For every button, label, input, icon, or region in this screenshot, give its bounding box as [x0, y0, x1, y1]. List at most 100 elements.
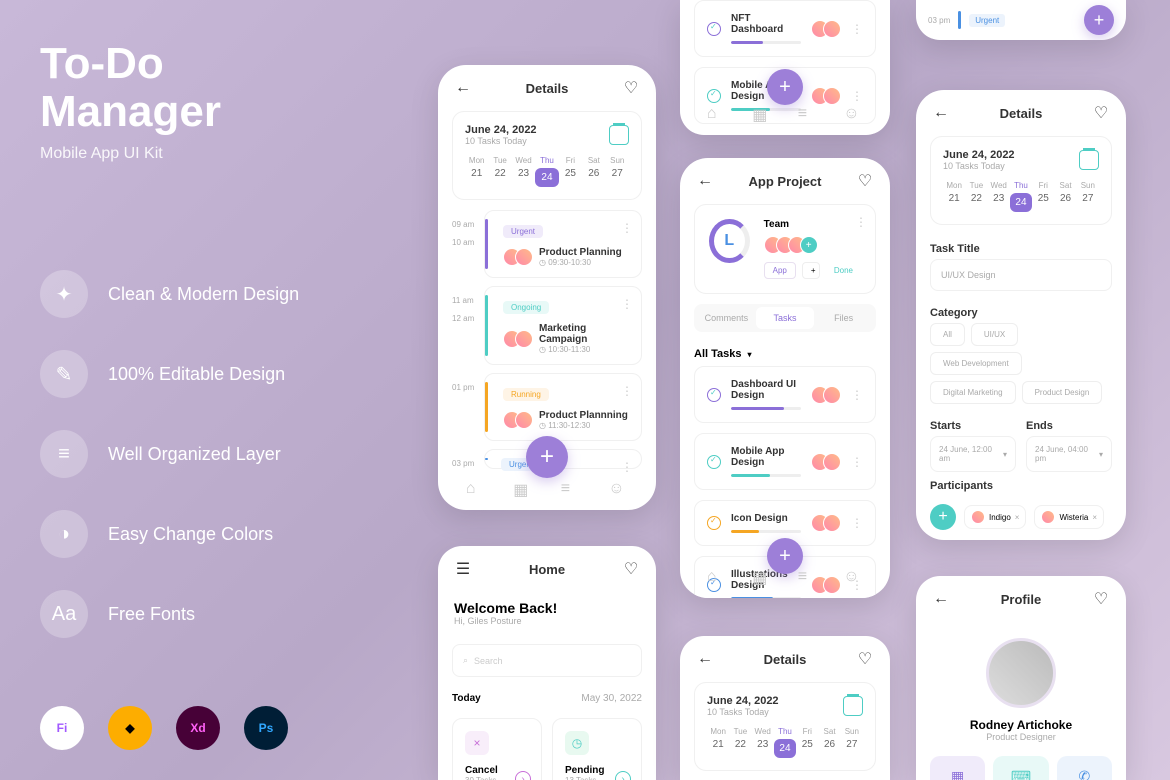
profile-action-calls[interactable]: ✆ Calls — [1057, 756, 1112, 780]
screen-details: ← Details ♡ June 24, 2022 10 Tasks Today… — [438, 65, 656, 510]
category-chip[interactable]: UI/UX — [971, 323, 1018, 346]
all-tasks-label[interactable]: All Tasks▾ — [680, 342, 890, 366]
day-cell[interactable]: Thu24 — [1010, 181, 1032, 212]
day-cell[interactable]: Sat26 — [1054, 181, 1076, 212]
category-chip[interactable]: All — [930, 323, 965, 346]
day-cell[interactable]: Thu24 — [535, 156, 558, 187]
time-label: 01 pm — [452, 373, 484, 449]
profile-role: Product Designer — [916, 732, 1126, 742]
menu-icon[interactable]: ☰ — [454, 560, 472, 578]
more-icon[interactable]: ⋮ — [851, 22, 863, 36]
day-cell[interactable]: Mon21 — [707, 727, 729, 758]
nav-calendar-icon[interactable]: ▦ — [752, 568, 772, 588]
task-card[interactable]: Ongoing ⋮ Marketing Campaign◷ 10:30-11:3… — [484, 286, 642, 365]
tab-tasks[interactable]: Tasks — [756, 307, 815, 329]
task-card[interactable]: Running ⋮ Product Plannning◷ 11:30-12:30 — [484, 373, 642, 441]
day-cell[interactable]: Thu24 — [774, 727, 796, 758]
nav-calendar-icon[interactable]: ▦ — [752, 105, 772, 125]
day-cell[interactable]: Sun27 — [841, 727, 863, 758]
task-item[interactable]: Dashboard UI Design ⋮ — [694, 366, 876, 423]
back-icon[interactable]: ← — [696, 650, 714, 668]
ends-select[interactable]: 24 June, 04:00 pm▾ — [1026, 436, 1112, 472]
add-participant-icon[interactable]: + — [930, 504, 956, 530]
profile-avatar[interactable] — [986, 638, 1056, 708]
more-icon[interactable]: ⋮ — [855, 215, 867, 229]
day-cell[interactable]: Wed23 — [752, 727, 774, 758]
more-icon[interactable]: ⋮ — [621, 384, 633, 398]
nav-home-icon[interactable]: ⌂ — [707, 568, 727, 588]
nav-list-icon[interactable]: ≡ — [561, 480, 581, 500]
task-item[interactable]: Mobile App Design ⋮ — [694, 433, 876, 490]
day-cell[interactable]: Sat26 — [582, 156, 605, 187]
day-cell[interactable]: Mon21 — [943, 181, 965, 212]
profile-action-chat[interactable]: ⌨ Chat — [993, 756, 1048, 780]
calendar-icon[interactable] — [609, 125, 629, 145]
app-chip[interactable]: App — [764, 262, 796, 279]
bell-icon[interactable]: ♡ — [622, 79, 640, 97]
pending-card[interactable]: ◷ Pending 13 Tasks › — [552, 718, 642, 780]
bell-icon[interactable]: ♡ — [856, 650, 874, 668]
add-member-icon[interactable]: + — [800, 236, 818, 254]
nav-list-icon[interactable]: ≡ — [798, 568, 818, 588]
check-icon[interactable] — [707, 516, 721, 530]
back-icon[interactable]: ← — [696, 172, 714, 190]
more-icon[interactable]: ⋮ — [851, 516, 863, 530]
starts-select[interactable]: 24 June, 12:00 am▾ — [930, 436, 1016, 472]
day-cell[interactable]: Fri25 — [559, 156, 582, 187]
tab-files[interactable]: Files — [814, 307, 873, 329]
day-cell[interactable]: Sun27 — [606, 156, 629, 187]
bell-icon[interactable]: ♡ — [1092, 104, 1110, 122]
bell-icon[interactable]: ♡ — [622, 560, 640, 578]
search-input[interactable]: ⌕Search — [452, 644, 642, 677]
nav-profile-icon[interactable]: ☺ — [843, 105, 863, 125]
participant-chip[interactable]: Indigo× — [964, 505, 1026, 529]
calendar-icon[interactable] — [1079, 150, 1099, 170]
category-chip[interactable]: Product Design — [1022, 381, 1103, 404]
day-cell[interactable]: Tue22 — [488, 156, 511, 187]
nav-profile-icon[interactable]: ☺ — [608, 480, 628, 500]
task-title-input[interactable]: UI/UX Design — [930, 259, 1112, 291]
nav-home-icon[interactable]: ⌂ — [707, 105, 727, 125]
day-cell[interactable]: Wed23 — [512, 156, 535, 187]
check-icon[interactable] — [707, 388, 721, 402]
task-item[interactable]: NFT Dashboard ⋮ — [694, 0, 876, 57]
profile-action-calendar[interactable]: ▦ Calendar — [930, 756, 985, 780]
cancel-card[interactable]: × Cancel 30 Tasks › — [452, 718, 542, 780]
bell-icon[interactable]: ♡ — [1092, 590, 1110, 608]
back-icon[interactable]: ← — [932, 104, 950, 122]
nav-list-icon[interactable]: ≡ — [798, 105, 818, 125]
day-cell[interactable]: Tue22 — [729, 727, 751, 758]
more-icon[interactable]: ⋮ — [621, 221, 633, 235]
bell-icon[interactable]: ♡ — [856, 172, 874, 190]
day-cell[interactable]: Mon21 — [465, 156, 488, 187]
category-chip[interactable]: Digital Marketing — [930, 381, 1016, 404]
feature-text: Free Fonts — [108, 604, 195, 625]
more-icon[interactable]: ⋮ — [851, 388, 863, 402]
more-icon[interactable]: ⋮ — [621, 297, 633, 311]
task-bar — [485, 458, 488, 460]
category-chip[interactable]: Web Development — [930, 352, 1022, 375]
participant-chip[interactable]: Wisteria× — [1034, 505, 1104, 529]
nav-home-icon[interactable]: ⌂ — [466, 480, 486, 500]
check-icon[interactable] — [707, 22, 721, 36]
task-time: ◷ 10:30-11:30 — [539, 345, 631, 354]
day-cell[interactable]: Sat26 — [818, 727, 840, 758]
tab-comments[interactable]: Comments — [697, 307, 756, 329]
day-cell[interactable]: Fri25 — [1032, 181, 1054, 212]
calendar-icon[interactable] — [843, 696, 863, 716]
hero-subtitle: Mobile App UI Kit — [40, 145, 221, 163]
check-icon[interactable] — [707, 455, 721, 469]
day-cell[interactable]: Tue22 — [965, 181, 987, 212]
clock-icon: ◷ — [565, 731, 589, 755]
task-card[interactable]: Urgent ⋮ Product Planning◷ 09:30-10:30 — [484, 210, 642, 278]
nav-profile-icon[interactable]: ☺ — [843, 568, 863, 588]
nav-calendar-icon[interactable]: ▦ — [513, 480, 533, 500]
day-cell[interactable]: Wed23 — [988, 181, 1010, 212]
add-chip-icon[interactable]: + — [802, 262, 820, 279]
more-icon[interactable]: ⋮ — [851, 455, 863, 469]
day-cell[interactable]: Sun27 — [1077, 181, 1099, 212]
day-cell[interactable]: Fri25 — [796, 727, 818, 758]
back-icon[interactable]: ← — [454, 79, 472, 97]
back-icon[interactable]: ← — [932, 590, 950, 608]
fab-add[interactable]: + — [1084, 5, 1114, 35]
